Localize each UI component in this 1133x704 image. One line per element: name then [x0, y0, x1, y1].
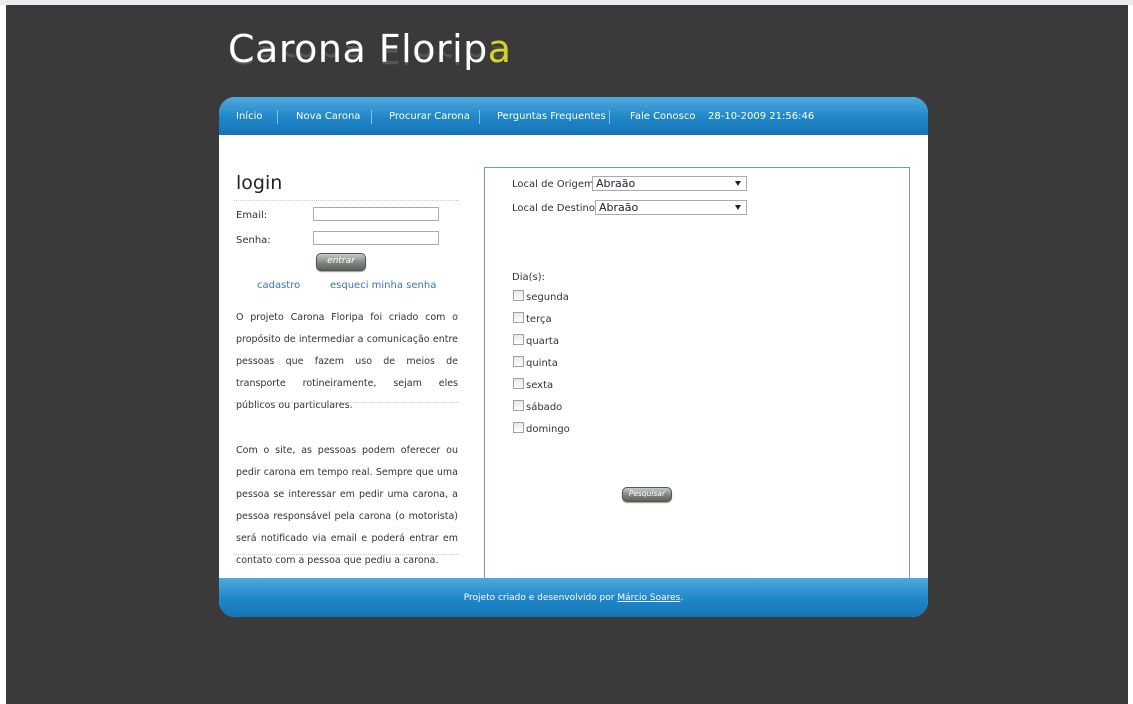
about-paragraph-1: O projeto Carona Floripa foi criado com … — [236, 312, 458, 411]
day-label: segunda — [526, 292, 569, 303]
nav-separator — [609, 110, 610, 124]
search-button[interactable]: Pesquisar — [622, 487, 672, 502]
day-label: quinta — [526, 358, 558, 369]
nav-datetime: 28-10-2009 21:56:46 — [708, 111, 815, 122]
footer-text: Projeto criado e desenvolvido por Márcio… — [219, 593, 928, 603]
about-paragraph-2: Com o site, as pessoas podem oferecer ou… — [236, 445, 458, 566]
origin-label: Local de Origem: — [512, 179, 598, 190]
nav-item-inicio[interactable]: Início — [236, 111, 262, 123]
day-label: domingo — [526, 424, 570, 435]
divider — [234, 402, 459, 403]
footer: Projeto criado e desenvolvido por Márcio… — [219, 578, 928, 617]
site-title-reflection: Carona Floripa — [228, 46, 512, 71]
login-title: login — [236, 172, 283, 194]
day-checkbox-sexta[interactable] — [513, 378, 524, 389]
forgot-password-link[interactable]: esqueci minha senha — [330, 280, 436, 291]
day-checkbox-domingo[interactable] — [513, 422, 524, 433]
day-checkbox-terca[interactable] — [513, 312, 524, 323]
origin-select[interactable]: Abraão — [592, 176, 747, 191]
destination-select-value: Abraão — [599, 201, 639, 214]
days-label: Dia(s): — [512, 272, 545, 283]
day-label: sábado — [526, 402, 563, 413]
day-label: terça — [526, 314, 552, 325]
author-link[interactable]: Márcio Soares — [617, 593, 680, 603]
chevron-down-icon — [735, 205, 741, 210]
email-label: Email: — [236, 210, 268, 221]
footer-suffix: . — [680, 593, 684, 603]
chevron-down-icon — [735, 181, 741, 186]
divider — [234, 554, 459, 555]
login-button[interactable]: entrar — [316, 253, 366, 271]
origin-select-value: Abraão — [596, 177, 636, 190]
footer-credit-text: Projeto criado e desenvolvido por — [463, 593, 618, 603]
search-panel: Local de Origem: Abraão Local de Destino… — [484, 167, 910, 587]
email-field[interactable] — [313, 207, 439, 221]
password-field[interactable] — [313, 231, 439, 245]
day-checkbox-quinta[interactable] — [513, 356, 524, 367]
nav-item-procurar-carona[interactable]: Procurar Carona — [389, 111, 470, 123]
nav-bar: Início Nova Carona Procurar Carona Pergu… — [219, 97, 928, 135]
nav-separator — [371, 110, 372, 124]
nav-item-nova-carona[interactable]: Nova Carona — [296, 111, 360, 123]
register-link[interactable]: cadastro — [257, 280, 300, 291]
password-label: Senha: — [236, 235, 271, 246]
nav-item-perguntas-frequentes[interactable]: Perguntas Frequentes — [497, 111, 606, 123]
destination-select[interactable]: Abraão — [595, 200, 747, 215]
nav-separator — [479, 110, 480, 124]
nav-separator — [277, 110, 278, 124]
day-checkbox-segunda[interactable] — [513, 290, 524, 301]
day-label: sexta — [526, 380, 554, 391]
day-checkbox-quarta[interactable] — [513, 334, 524, 345]
content-frame: Início Nova Carona Procurar Carona Pergu… — [219, 97, 928, 617]
nav-item-fale-conosco[interactable]: Fale Conosco — [630, 111, 695, 123]
destination-label: Local de Destino: — [512, 203, 599, 214]
divider — [234, 200, 459, 201]
day-label: quarta — [526, 336, 559, 347]
day-checkbox-sabado[interactable] — [513, 400, 524, 411]
